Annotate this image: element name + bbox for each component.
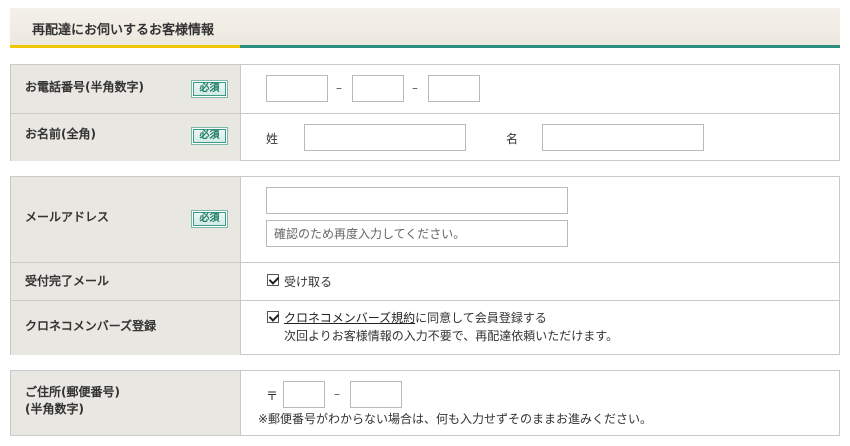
phone-field-3[interactable]	[428, 75, 480, 102]
postal-code-field-1[interactable]	[283, 381, 325, 408]
phone-row: お電話番号(半角数字) 必須 – –	[11, 65, 839, 113]
postal-code-field-2[interactable]	[350, 381, 402, 408]
required-badge: 必須	[191, 210, 228, 228]
kuroneko-label: クロネコメンバーズ登録	[25, 319, 157, 333]
name-label: お名前(全角)	[25, 127, 96, 141]
receipt-mail-value-cell: 受け取る	[242, 263, 839, 300]
name-label-cell: お名前(全角) 必須	[11, 114, 241, 161]
last-name-label: 姓	[266, 132, 279, 146]
kuroneko-checkbox[interactable]	[267, 311, 279, 323]
first-name-field[interactable]	[542, 124, 704, 151]
account-table: メールアドレス 必須 受付完了メール 受け取る クロネコメンバーズ登録 クロネコ…	[10, 176, 840, 355]
postal-mark: 〒	[266, 389, 279, 403]
section-header: 再配達にお伺いするお客様情報	[10, 8, 840, 48]
name-value-cell: 姓 名	[242, 114, 839, 161]
header-accent-green	[240, 45, 840, 48]
kuroneko-terms-link[interactable]: クロネコメンバーズ規約	[284, 311, 415, 325]
address-row: ご住所(郵便番号) (半角数字) 〒 – ※郵便番号がわからない場合は、何も入力…	[11, 371, 839, 435]
last-name-field[interactable]	[304, 124, 466, 151]
phone-value-cell: – –	[242, 65, 839, 113]
receipt-mail-row: 受付完了メール 受け取る	[11, 262, 839, 300]
first-name-label: 名	[506, 132, 519, 146]
kuroneko-agree-text: に同意して会員登録する	[415, 311, 547, 325]
phone-label-cell: お電話番号(半角数字) 必須	[11, 65, 241, 113]
address-value-cell: 〒 – ※郵便番号がわからない場合は、何も入力せずそのままお進みください。	[242, 371, 839, 435]
phone-field-2[interactable]	[352, 75, 404, 102]
address-label-line1: ご住所(郵便番号)	[25, 385, 120, 399]
email-row: メールアドレス 必須	[11, 177, 839, 262]
phone-separator: –	[336, 81, 342, 95]
phone-field-1[interactable]	[266, 75, 328, 102]
address-table: ご住所(郵便番号) (半角数字) 〒 – ※郵便番号がわからない場合は、何も入力…	[10, 370, 840, 436]
kuroneko-label-cell: クロネコメンバーズ登録	[11, 301, 241, 355]
name-row: お名前(全角) 必須 姓 名	[11, 113, 839, 161]
email-label-cell: メールアドレス 必須	[11, 177, 241, 262]
address-note: ※郵便番号がわからない場合は、何も入力せずそのままお進みください。	[258, 412, 653, 426]
phone-label: お電話番号(半角数字)	[25, 80, 144, 94]
email-label: メールアドレス	[25, 210, 110, 224]
email-value-cell	[242, 177, 839, 262]
address-label-line2: (半角数字)	[25, 402, 84, 416]
receipt-mail-checkbox[interactable]	[267, 274, 279, 286]
section-title: 再配達にお伺いするお客様情報	[32, 23, 215, 38]
receipt-mail-label: 受付完了メール	[25, 274, 110, 288]
contact-table: お電話番号(半角数字) 必須 – – お名前(全角) 必須 姓 名	[10, 64, 840, 161]
receipt-mail-option-label: 受け取る	[284, 275, 333, 289]
address-label-cell: ご住所(郵便番号) (半角数字)	[11, 371, 241, 435]
email-field[interactable]	[266, 187, 568, 214]
postal-separator: –	[334, 387, 340, 401]
kuroneko-agree-line: クロネコメンバーズ規約に同意して会員登録する	[284, 309, 547, 326]
kuroneko-row: クロネコメンバーズ登録 クロネコメンバーズ規約に同意して会員登録する 次回よりお…	[11, 300, 839, 355]
receipt-mail-label-cell: 受付完了メール	[11, 263, 241, 300]
phone-separator: –	[412, 81, 418, 95]
required-badge: 必須	[191, 80, 228, 98]
email-confirm-field[interactable]	[266, 220, 568, 247]
required-badge: 必須	[191, 127, 228, 145]
header-accent-yellow	[10, 45, 240, 48]
kuroneko-value-cell: クロネコメンバーズ規約に同意して会員登録する 次回よりお客様情報の入力不要で、再…	[242, 301, 839, 355]
kuroneko-note: 次回よりお客様情報の入力不要で、再配達依頼いただけます。	[284, 329, 619, 343]
